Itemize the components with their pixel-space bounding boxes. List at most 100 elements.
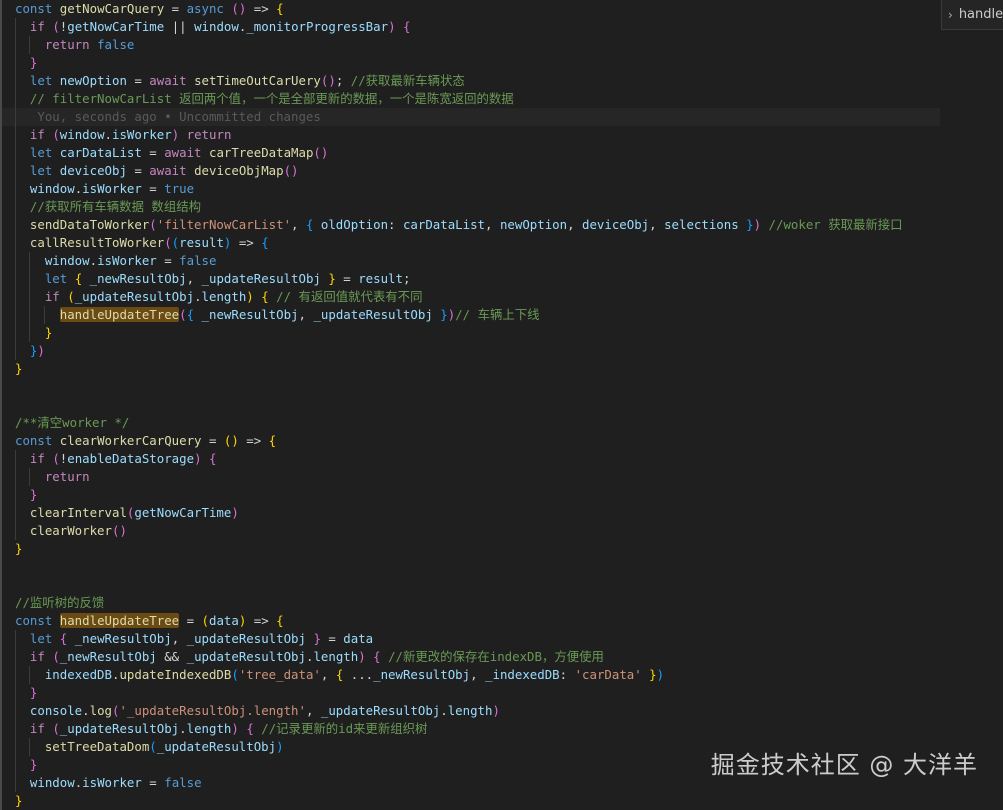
code-token: = xyxy=(141,181,165,196)
code-token: _newResultObj xyxy=(373,667,471,682)
indent-guide xyxy=(15,684,16,702)
code-token: setTimeOutCarUery xyxy=(194,73,321,88)
code-line[interactable]: //监听树的反馈 xyxy=(0,594,940,612)
code-line[interactable]: if (_newResultObj && _updateResultObj.le… xyxy=(0,648,940,666)
code-line[interactable]: } xyxy=(0,540,940,558)
code-line[interactable] xyxy=(0,576,940,594)
code-line[interactable]: } xyxy=(0,486,940,504)
gutter-indicator xyxy=(0,558,2,576)
code-line[interactable]: if (!getNowCarTime || window._monitorPro… xyxy=(0,18,940,36)
gutter-indicator xyxy=(0,468,2,486)
code-line[interactable]: let deviceObj = await deviceObjMap() xyxy=(0,162,940,180)
gutter-indicator xyxy=(0,216,2,234)
code-line[interactable]: indexedDB.updateIndexedDB('tree_data', {… xyxy=(0,666,940,684)
gutter-indicator xyxy=(0,792,2,810)
code-token: clearInterval xyxy=(29,505,127,520)
gutter-indicator xyxy=(0,360,2,378)
code-line[interactable]: clearInterval(getNowCarTime) xyxy=(0,504,940,522)
gutter-indicator xyxy=(0,774,2,792)
code-token: ( xyxy=(52,19,60,34)
code-token: const xyxy=(15,613,60,628)
code-line[interactable]: callResultToWorker((result) => { xyxy=(0,234,940,252)
code-line[interactable]: window.isWorker = true xyxy=(0,180,940,198)
code-token: ) xyxy=(231,505,239,520)
code-text: return false xyxy=(15,37,135,52)
breadcrumb[interactable]: › handle xyxy=(941,0,1003,30)
code-line[interactable]: return xyxy=(0,468,940,486)
code-line[interactable]: const getNowCarQuery = async () => { xyxy=(0,0,940,18)
code-line[interactable]: console.log('_updateResultObj.length', _… xyxy=(0,702,940,720)
indent-guide xyxy=(15,774,16,792)
code-line[interactable]: } xyxy=(0,792,940,810)
code-line[interactable]: const handleUpdateTree = (data) => { xyxy=(0,612,940,630)
code-line[interactable]: clearWorker() xyxy=(0,522,940,540)
code-line[interactable]: sendDataToWorker('filterNowCarList', { o… xyxy=(0,216,940,234)
code-token: await xyxy=(149,163,195,178)
code-line[interactable]: return false xyxy=(0,36,940,54)
code-line[interactable]: } xyxy=(0,54,940,72)
code-line[interactable]: } xyxy=(0,684,940,702)
indent-guide xyxy=(15,720,16,738)
code-line[interactable]: const clearWorkerCarQuery = () => { xyxy=(0,432,940,450)
code-line[interactable]: let newOption = await setTimeOutCarUery(… xyxy=(0,72,940,90)
indent-guide xyxy=(15,504,16,522)
code-token: length xyxy=(447,703,493,718)
code-line[interactable] xyxy=(0,378,940,396)
code-text: } xyxy=(15,325,52,340)
code-token: ) xyxy=(276,739,284,754)
code-token: newOption xyxy=(499,217,568,232)
code-token: , xyxy=(320,667,336,682)
indent-guide xyxy=(15,702,16,720)
code-token: deviceObjMap xyxy=(194,163,284,178)
code-line[interactable]: } xyxy=(0,360,940,378)
code-line[interactable]: } xyxy=(0,324,940,342)
code-line[interactable]: /**清空worker */ xyxy=(0,414,940,432)
code-token: ) xyxy=(37,343,45,358)
code-line[interactable]: You, seconds ago • Uncommitted changes xyxy=(0,108,940,126)
code-line[interactable]: if (!enableDataStorage) { xyxy=(0,450,940,468)
gutter-indicator xyxy=(0,234,2,252)
code-text: }) xyxy=(15,343,45,358)
indent-guide xyxy=(15,468,16,486)
code-token: console xyxy=(29,703,83,718)
code-token: { xyxy=(261,289,269,304)
indent-guide xyxy=(15,342,16,360)
code-area[interactable]: const getNowCarQuery = async () => { if … xyxy=(0,0,940,810)
code-token: // 有返回值就代表有不同 xyxy=(276,289,423,304)
code-token: ... xyxy=(343,667,374,682)
code-line[interactable]: let { _newResultObj, _updateResultObj } … xyxy=(0,270,940,288)
code-token: , xyxy=(305,703,321,718)
code-line[interactable]: if (window.isWorker) return xyxy=(0,126,940,144)
code-text: if (!getNowCarTime || window._monitorPro… xyxy=(15,19,411,34)
code-line[interactable]: window.isWorker = false xyxy=(0,252,940,270)
code-token: _newResultObj xyxy=(89,271,187,286)
code-token: //监听树的反馈 xyxy=(15,595,105,610)
indent-guide xyxy=(15,108,16,126)
indent-guide xyxy=(15,234,16,252)
gutter-indicator xyxy=(0,36,2,54)
code-line[interactable]: let carDataList = await carTreeDataMap() xyxy=(0,144,940,162)
code-token: , xyxy=(186,271,202,286)
code-line[interactable]: }) xyxy=(0,342,940,360)
code-line[interactable]: let { _newResultObj, _updateResultObj } … xyxy=(0,630,940,648)
code-line[interactable]: if (_updateResultObj.length) { // 有返回值就代… xyxy=(0,288,940,306)
code-line[interactable] xyxy=(0,558,940,576)
code-token: callResultToWorker xyxy=(29,235,165,250)
code-editor[interactable]: const getNowCarQuery = async () => { if … xyxy=(0,0,1003,810)
code-text: if (_updateResultObj.length) { //记录更新的id… xyxy=(15,721,427,736)
code-text: } xyxy=(15,487,37,502)
code-line[interactable]: if (_updateResultObj.length) { //记录更新的id… xyxy=(0,720,940,738)
code-token: getNowCarTime xyxy=(134,505,232,520)
code-line[interactable]: // filterNowCarList 返回两个值，一个是全部更新的数据，一个是… xyxy=(0,90,940,108)
code-line[interactable] xyxy=(0,396,940,414)
code-token: const xyxy=(15,1,60,16)
code-token: You, seconds ago • Uncommitted changes xyxy=(29,109,321,124)
code-line[interactable]: handleUpdateTree({ _newResultObj, _updat… xyxy=(0,306,940,324)
code-line[interactable]: //获取所有车辆数据 数组结构 xyxy=(0,198,940,216)
code-token: result xyxy=(358,271,403,286)
code-token: let xyxy=(29,145,60,160)
